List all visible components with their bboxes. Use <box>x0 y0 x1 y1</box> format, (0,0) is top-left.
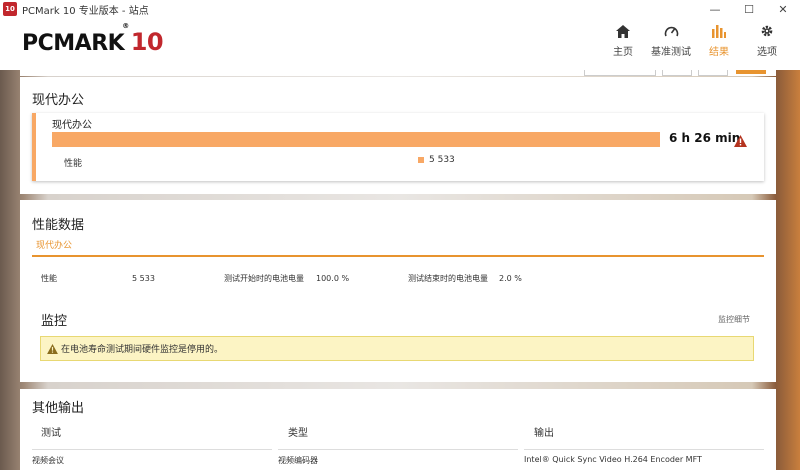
col-divider-type <box>278 449 518 450</box>
perf-item-value: 5 533 <box>132 274 155 283</box>
result-name: 现代办公 <box>52 120 92 131</box>
toolbar-button-b[interactable] <box>662 70 692 76</box>
close-button[interactable]: ✕ <box>766 0 800 18</box>
col-divider-output <box>524 449 764 450</box>
window-controls: — ☐ ✕ <box>698 0 800 18</box>
toolbar-button-c[interactable] <box>698 70 728 76</box>
col-header-type: 类型 <box>288 428 308 439</box>
col-divider-test <box>32 449 272 450</box>
app-header: PCMARK®10 主页 基准测试 结果 选项 <box>0 18 800 70</box>
perf-data-title: 性能数据 <box>32 218 85 233</box>
monitor-warning: 在电池寿命测试期间硬件监控是停用的。 <box>40 336 754 361</box>
maximize-button[interactable]: ☐ <box>732 0 766 18</box>
gear-icon <box>760 22 774 40</box>
window-title: PCMark 10 专业版本 - 站点 <box>22 5 149 17</box>
tab-modern-office[interactable]: 现代办公 <box>36 238 72 251</box>
result-bar <box>52 132 660 147</box>
perf-marker <box>418 157 424 163</box>
nav-benchmarks[interactable]: 基准测试 <box>651 22 691 58</box>
col-header-test: 测试 <box>41 428 61 439</box>
nav-benchmarks-label: 基准测试 <box>651 47 691 58</box>
result-box: 现代办公 6 h 26 min 性能 5 533 <box>32 113 764 181</box>
warning-icon <box>47 343 58 354</box>
col-header-output: 输出 <box>534 428 554 439</box>
nav-home-label: 主页 <box>613 47 633 58</box>
pcmark-logo: PCMARK®10 <box>22 22 164 56</box>
monitor-warning-text: 在电池寿命测试期间硬件监控是停用的。 <box>61 345 224 355</box>
logo-number: 10 <box>130 28 164 56</box>
bar-chart-icon <box>712 22 726 40</box>
nav-results-label: 结果 <box>709 47 729 58</box>
warning-icon <box>734 132 747 151</box>
home-icon <box>616 22 630 40</box>
perf-label: 性能 <box>64 159 83 169</box>
logo-text: PCMARK <box>22 31 125 56</box>
monitor-title: 监控 <box>41 314 68 329</box>
other-output-title: 其他输出 <box>32 401 85 416</box>
nav-options-label: 选项 <box>757 47 777 58</box>
result-section-title: 现代办公 <box>32 93 85 108</box>
minimize-button[interactable]: — <box>698 0 732 18</box>
table-cell-test: 视频会议 <box>32 456 64 465</box>
main-nav: 主页 基准测试 结果 选项 <box>604 22 786 58</box>
nav-results[interactable]: 结果 <box>700 22 738 58</box>
nav-home[interactable]: 主页 <box>604 22 642 58</box>
table-cell-output: Intel® Quick Sync Video H.264 Encoder MF… <box>524 455 702 464</box>
battery-end-value: 2.0 % <box>499 274 522 283</box>
perf-value: 5 533 <box>429 155 455 165</box>
monitor-details-link[interactable]: 监控细节 <box>718 314 750 325</box>
app-icon: 10 <box>3 2 17 16</box>
battery-start-label: 测试开始时的电池电量 <box>224 274 304 283</box>
toolbar-button-active[interactable] <box>736 70 766 74</box>
nav-options[interactable]: 选项 <box>748 22 786 58</box>
gauge-icon <box>664 22 679 40</box>
battery-end-label: 测试结束时的电池电量 <box>408 274 488 283</box>
toolbar-button-a[interactable] <box>584 70 656 76</box>
table-cell-type: 视频编码器 <box>278 456 318 465</box>
tab-underline <box>32 255 764 257</box>
title-bar: 10 PCMark 10 专业版本 - 站点 — ☐ ✕ <box>0 0 800 18</box>
battery-start-value: 100.0 % <box>316 274 350 283</box>
perf-item-label: 性能 <box>41 274 57 283</box>
logo-mark: ® <box>122 21 129 30</box>
result-value: 6 h 26 min <box>669 131 741 145</box>
